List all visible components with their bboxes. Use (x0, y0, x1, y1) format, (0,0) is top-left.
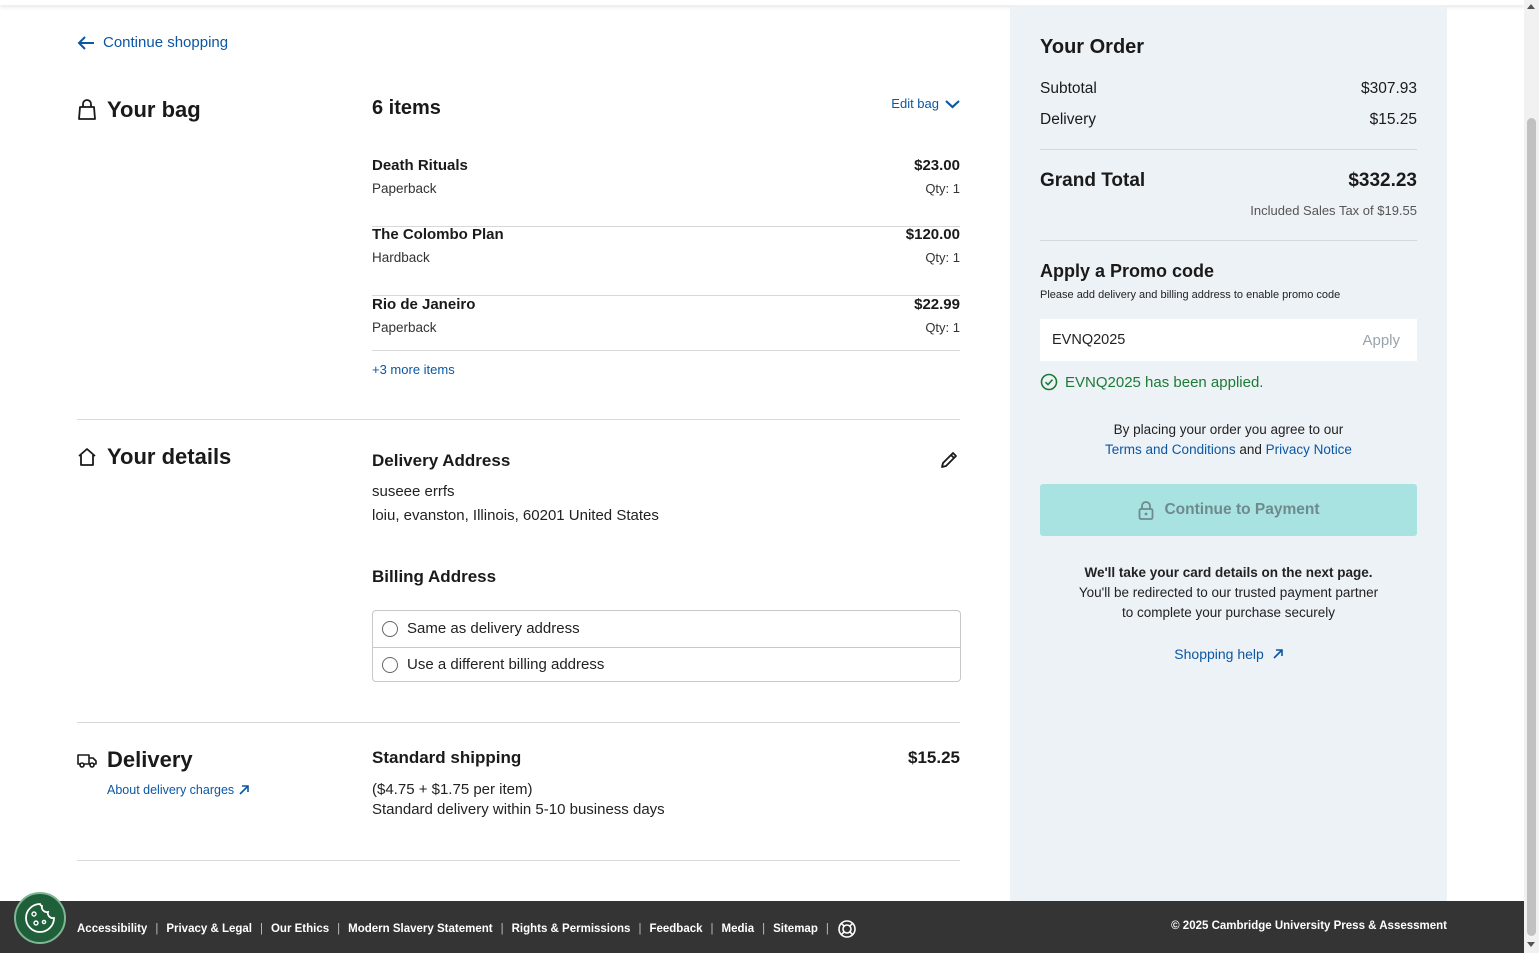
edit-address-pencil-icon[interactable] (939, 450, 959, 470)
about-delivery-charges-link[interactable]: About delivery charges (107, 783, 249, 797)
external-link-icon (1273, 649, 1283, 659)
footer-link-rights-permissions[interactable]: Rights & Permissions (512, 923, 631, 935)
bag-item-format: Paperback (372, 320, 437, 335)
more-items-link[interactable]: +3 more items (372, 362, 455, 377)
delivery-truck-icon (77, 754, 97, 768)
shopping-bag-icon (78, 99, 96, 120)
footer-separator: | (337, 923, 341, 935)
continue-shopping-label: Continue shopping (103, 34, 229, 51)
chevron-down-icon (945, 99, 960, 108)
billing-option-same[interactable]: Same as delivery address (373, 611, 960, 647)
delivery-address-line: loiu, evanston, Illinois, 60201 United S… (372, 507, 659, 524)
cookie-settings-button[interactable] (14, 892, 66, 944)
radio-button[interactable] (382, 620, 398, 637)
terms-agreement: By placing your order you agree to our T… (1105, 422, 1352, 457)
footer-link-modern-slavery[interactable]: Modern Slavery Statement (348, 923, 492, 935)
bag-item-title: Rio de Janeiro (372, 296, 476, 313)
billing-option-different[interactable]: Use a different billing address (373, 646, 960, 683)
section-divider (77, 419, 960, 420)
shipping-timeframe: Standard delivery within 5-10 business d… (372, 801, 665, 818)
home-icon (78, 448, 96, 466)
bag-item-price: $22.99 (914, 296, 960, 313)
shipping-price: $15.25 (908, 748, 960, 767)
footer-link-feedback[interactable]: Feedback (649, 923, 702, 935)
footer-copyright: © 2025 Cambridge University Press & Asse… (1171, 920, 1447, 932)
bag-item-count: 6 items (372, 97, 441, 119)
billing-address-heading: Billing Address (372, 567, 497, 586)
bag-item-qty: Qty: 1 (925, 181, 960, 196)
footer-separator: | (500, 923, 504, 935)
check-circle-icon (1040, 373, 1058, 391)
terms-and-conditions-link[interactable]: Terms and Conditions (1105, 442, 1236, 457)
footer-links: Accessibility | Privacy & Legal | Our Ethi… (77, 919, 857, 939)
page-scrollbar[interactable] (1524, 0, 1539, 953)
delivery-section-title: Delivery (77, 747, 193, 773)
continue-to-payment-button[interactable]: Continue to Payment (1040, 484, 1417, 536)
promo-note: Please add delivery and billing address … (1040, 289, 1341, 301)
bag-item-qty: Qty: 1 (925, 320, 960, 335)
shipping-formula: ($4.75 + $1.75 per item) (372, 781, 533, 798)
checkout-page: Continue shopping Your bag 6 items Edit … (0, 0, 1524, 901)
bag-item: Death Rituals Paperback $23.00 Qty: 1 (372, 157, 960, 227)
footer-separator: | (825, 923, 829, 935)
delivery-address-heading: Delivery Address (372, 451, 511, 470)
promo-apply-button[interactable]: Apply (1362, 332, 1400, 349)
delivery-cost-row: Delivery $15.25 (1040, 111, 1417, 128)
order-summary-title: Your Order (1040, 36, 1145, 58)
bag-item-price: $120.00 (905, 226, 960, 243)
order-summary-panel: Your Order Subtotal $307.93 Delivery $15… (1010, 5, 1447, 901)
scroll-up-arrow[interactable] (1527, 4, 1535, 9)
bag-item-qty: Qty: 1 (925, 250, 960, 265)
delivery-name: suseee errfs (372, 483, 455, 500)
summary-divider (1040, 240, 1417, 241)
checkout-main: Continue shopping Your bag 6 items Edit … (77, 0, 961, 901)
footer-link-accessibility[interactable]: Accessibility (77, 923, 147, 935)
continue-shopping-link[interactable]: Continue shopping (77, 34, 228, 51)
section-divider (77, 722, 960, 723)
external-link-icon (239, 785, 249, 795)
details-section-title: Your details (77, 444, 231, 470)
payment-redirect-note: We'll take your card details on the next… (1078, 565, 1379, 620)
bag-item-title: Death Rituals (372, 157, 468, 174)
scroll-down-arrow[interactable] (1527, 942, 1535, 947)
subtotal-row: Subtotal $307.93 (1040, 80, 1417, 97)
footer-separator: | (259, 923, 263, 935)
bag-item: Rio de Janeiro Paperback $22.99 Qty: 1 (372, 296, 960, 351)
billing-address-options: Same as delivery address Use a different… (372, 610, 961, 682)
promo-code-box: Apply (1040, 319, 1417, 361)
promo-code-input[interactable] (1052, 332, 1332, 348)
bag-item: The Colombo Plan Hardback $120.00 Qty: 1 (372, 226, 960, 296)
bag-item-title: The Colombo Plan (372, 226, 504, 243)
summary-divider (1040, 149, 1417, 150)
bag-item-price: $23.00 (914, 157, 960, 174)
footer-link-media[interactable]: Media (722, 923, 755, 935)
radio-button[interactable] (382, 656, 398, 673)
privacy-notice-link[interactable]: Privacy Notice (1266, 442, 1352, 457)
footer-separator: | (762, 923, 766, 935)
footer-separator: | (710, 923, 714, 935)
cookie-icon (25, 903, 55, 933)
scrollbar-thumb[interactable] (1527, 118, 1536, 936)
section-divider (77, 860, 960, 861)
footer-separator: | (155, 923, 159, 935)
lock-icon (1139, 501, 1154, 520)
shopping-help-link[interactable]: Shopping help (1040, 646, 1417, 662)
bag-section-title: Your bag (77, 97, 201, 123)
footer-link-privacy-legal[interactable]: Privacy & Legal (166, 923, 252, 935)
arrow-left-icon (77, 35, 94, 50)
grand-total-row: Grand Total $332.23 (1040, 170, 1417, 191)
promo-heading: Apply a Promo code (1040, 261, 1215, 281)
footer-separator: | (638, 923, 642, 935)
bag-item-format: Hardback (372, 250, 430, 265)
promo-applied-message: EVNQ2025 has been applied. (1040, 373, 1263, 391)
footer-link-sitemap[interactable]: Sitemap (773, 923, 818, 935)
shipping-method: Standard shipping (372, 748, 522, 767)
help-lifebuoy-icon[interactable] (837, 919, 857, 939)
bag-item-format: Paperback (372, 181, 437, 196)
sales-tax-note: Included Sales Tax of $19.55 (1250, 203, 1417, 218)
footer-link-our-ethics[interactable]: Our Ethics (271, 923, 329, 935)
site-footer: Accessibility | Privacy & Legal | Our Ethi… (0, 901, 1524, 953)
edit-bag-button[interactable]: Edit bag (891, 96, 960, 111)
